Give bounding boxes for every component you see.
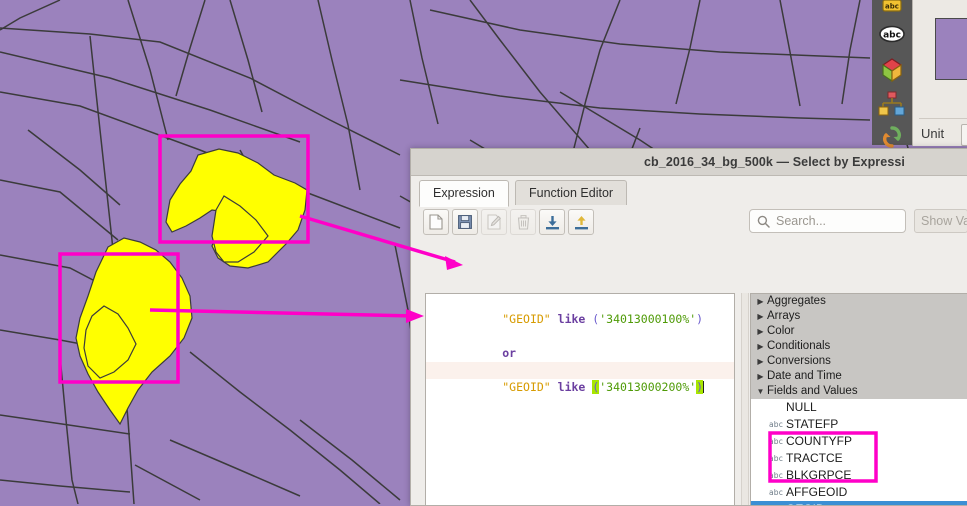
chevron-right-icon: ▶	[757, 372, 764, 381]
fill-color-swatch[interactable]	[935, 18, 967, 80]
abc-field-icon: abc	[769, 471, 784, 480]
chevron-right-icon: ▶	[757, 297, 764, 306]
label-abc-yellow-icon[interactable]: abc	[872, 0, 912, 14]
panel-divider	[919, 118, 967, 119]
chevron-right-icon: ▶	[757, 342, 764, 351]
dialog-titlebar[interactable]: cb_2016_34_bg_500k — Select by Expressi	[411, 149, 967, 176]
tree-item-tractce[interactable]: abc TRACTCE	[751, 450, 967, 467]
tree-item-statefp[interactable]: abc STATEFP	[751, 416, 967, 433]
chevron-down-icon: ▼	[756, 387, 765, 396]
label-abc-white-icon[interactable]: abc	[872, 14, 912, 54]
chevron-right-icon: ▶	[757, 312, 764, 321]
tab-function-editor[interactable]: Function Editor	[515, 180, 628, 206]
tree-item-null[interactable]: NULL	[751, 399, 967, 416]
tree-group-color[interactable]: ▶ Color	[751, 324, 967, 339]
tree-item-countyfp[interactable]: abc COUNTYFP	[751, 433, 967, 450]
tab-bar: Expression Function Editor	[411, 180, 967, 207]
layer-styling-panel: Unit	[912, 0, 967, 146]
tab-expression[interactable]: Expression	[419, 180, 509, 207]
edit-expression-button[interactable]	[481, 209, 507, 235]
export-expressions-button[interactable]	[568, 209, 594, 235]
dialog-title: cb_2016_34_bg_500k — Select by Expressi	[643, 155, 905, 169]
unit-label: Unit	[921, 126, 945, 141]
select-by-expression-dialog: cb_2016_34_bg_500k — Select by Expressi …	[410, 148, 967, 506]
layer-styling-icon[interactable]	[872, 86, 912, 122]
qgis-right-toolbar[interactable]: abc abc	[872, 0, 912, 148]
splitter-handle[interactable]	[741, 293, 749, 505]
tree-item-blkgrpce[interactable]: abc BLKGRPCE	[751, 467, 967, 484]
new-expression-button[interactable]	[423, 209, 449, 235]
svg-text:abc: abc	[883, 31, 901, 41]
tree-group-arrays[interactable]: ▶ Arrays	[751, 309, 967, 324]
save-expression-button[interactable]	[452, 209, 478, 235]
expression-toolbar	[423, 209, 594, 235]
expression-functions-tree[interactable]: ▶ Aggregates ▶ Arrays ▶ Color ▶ Conditio…	[750, 293, 967, 505]
tree-group-conversions[interactable]: ▶ Conversions	[751, 354, 967, 369]
tree-group-conditionals[interactable]: ▶ Conditionals	[751, 339, 967, 354]
svg-text:abc: abc	[885, 3, 899, 11]
delete-expression-button[interactable]	[510, 209, 536, 235]
search-input[interactable]: Search...	[749, 209, 906, 233]
show-values-button[interactable]: Show Va	[914, 209, 967, 233]
dialog-body: Search... Show Va "GEOID" like ('3401300…	[411, 205, 967, 505]
import-expressions-button[interactable]	[539, 209, 565, 235]
abc-field-icon: abc	[769, 420, 784, 429]
search-icon	[757, 215, 770, 228]
tree-group-date-and-time[interactable]: ▶ Date and Time	[751, 369, 967, 384]
code-line: "GEOID" like ('34013000100%')	[502, 312, 704, 326]
screen-root: abc abc Unit cb_2016_34_bg_500k — Select…	[0, 0, 967, 506]
text-caret	[703, 381, 705, 393]
abc-field-icon: abc	[769, 488, 784, 497]
abc-field-icon: abc	[769, 437, 784, 446]
abc-field-icon: abc	[769, 454, 784, 463]
search-placeholder: Search...	[776, 214, 827, 228]
red-diamond-cube-icon[interactable]	[872, 54, 912, 86]
tree-group-fields-and-values[interactable]: ▼ Fields and Values	[751, 384, 967, 399]
unit-combobox[interactable]	[961, 124, 967, 146]
chevron-right-icon: ▶	[757, 357, 764, 366]
tree-item-affgeoid[interactable]: abc AFFGEOID	[751, 484, 967, 501]
expression-text-editor[interactable]: "GEOID" like ('34013000100%') or "GEOID"…	[425, 293, 735, 505]
tree-group-aggregates[interactable]: ▶ Aggregates	[751, 294, 967, 309]
chevron-right-icon: ▶	[757, 327, 764, 336]
